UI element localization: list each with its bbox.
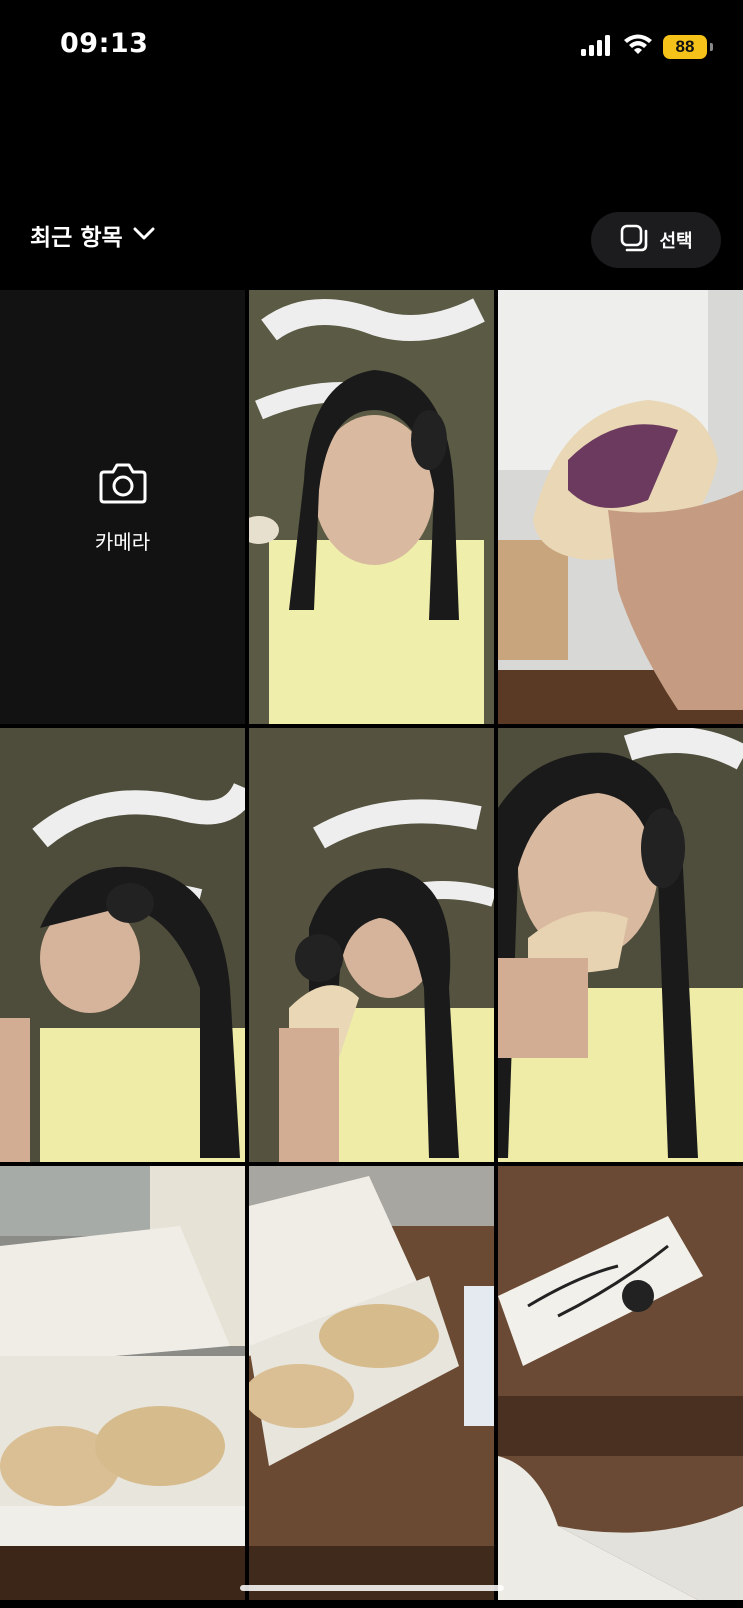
photo-image bbox=[0, 1166, 245, 1600]
photo-image bbox=[498, 1166, 743, 1600]
camera-icon bbox=[98, 460, 148, 510]
photo-thumbnail[interactable] bbox=[498, 1166, 743, 1600]
photo-thumbnail[interactable] bbox=[249, 1166, 494, 1600]
photo-thumbnail[interactable] bbox=[498, 728, 743, 1162]
photo-image bbox=[498, 728, 743, 1162]
photo-image bbox=[249, 1166, 494, 1600]
photo-image bbox=[0, 728, 245, 1162]
photo-thumbnail[interactable] bbox=[249, 728, 494, 1162]
battery-indicator: 88 bbox=[663, 35, 713, 59]
status-bar: 09:13 88 bbox=[0, 0, 743, 96]
chevron-down-icon bbox=[133, 226, 155, 245]
select-multiple-icon bbox=[619, 223, 649, 257]
status-icons: 88 bbox=[581, 32, 713, 62]
select-label: 선택 bbox=[659, 231, 693, 252]
wifi-icon bbox=[623, 34, 653, 60]
album-title: 최근 항목 bbox=[30, 225, 123, 251]
header: 최근 항목 선택 bbox=[0, 200, 743, 280]
battery-level: 88 bbox=[675, 37, 695, 56]
photo-image bbox=[498, 290, 743, 724]
cellular-signal-icon bbox=[581, 34, 613, 60]
photo-thumbnail[interactable] bbox=[249, 290, 494, 724]
status-time: 09:13 bbox=[60, 28, 149, 59]
photo-image bbox=[249, 728, 494, 1162]
photo-thumbnail[interactable] bbox=[0, 1166, 245, 1600]
photo-thumbnail[interactable] bbox=[0, 728, 245, 1162]
battery-tip bbox=[710, 43, 713, 51]
photo-image bbox=[249, 290, 494, 724]
album-picker[interactable]: 최근 항목 bbox=[30, 218, 155, 252]
home-indicator[interactable] bbox=[240, 1585, 504, 1591]
camera-tile[interactable]: 카메라 bbox=[0, 290, 245, 724]
photo-thumbnail[interactable] bbox=[498, 290, 743, 724]
select-button[interactable]: 선택 bbox=[591, 212, 721, 268]
camera-label: 카메라 bbox=[94, 529, 151, 554]
